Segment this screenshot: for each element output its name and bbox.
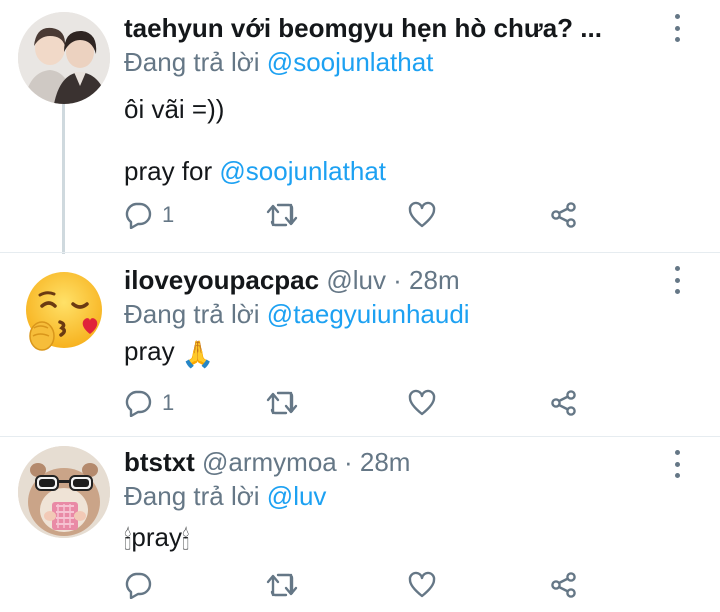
hamster-with-sunglasses-photo-icon	[18, 446, 110, 538]
tweet-actions: 1	[124, 386, 594, 420]
tweet-header: taehyun với beomgyu hẹn hò chưa? ...	[124, 12, 660, 44]
share-icon	[551, 202, 576, 228]
avatar[interactable]	[18, 12, 110, 104]
reply-prefix: Đang trả lời	[124, 47, 260, 77]
body-text: pray for	[124, 156, 213, 186]
retweet-button[interactable]	[266, 568, 298, 602]
tweet-header: iloveyoupacpac @luv · 28m	[124, 264, 660, 296]
reply-icon	[125, 202, 152, 229]
body-text: pray	[124, 336, 175, 366]
thread-connector-line	[62, 104, 65, 254]
share-button[interactable]	[550, 198, 578, 232]
display-name[interactable]: btstxt	[124, 447, 195, 477]
tweet-body-line-1: ôi vãi =))	[124, 94, 225, 124]
reply-prefix: Đang trả lời	[124, 299, 260, 329]
tweet-body: 🕯pray🕯	[124, 520, 660, 557]
reply-count: 1	[162, 202, 175, 227]
like-icon	[408, 201, 436, 228]
tweet-body-line-2: pray for @soojunlathat	[124, 154, 660, 188]
divider	[0, 436, 720, 437]
more-options-icon[interactable]	[672, 450, 682, 478]
body-mention[interactable]: @soojunlathat	[219, 156, 386, 186]
display-name[interactable]: taehyun với beomgyu hẹn hò chưa? ...	[124, 13, 602, 43]
more-options-icon[interactable]	[672, 14, 682, 42]
retweet-icon	[266, 573, 298, 597]
retweet-icon	[266, 203, 298, 227]
tweet-body: pray 🙏	[124, 334, 660, 371]
body-text: pray	[131, 522, 182, 552]
like-icon	[408, 389, 436, 416]
share-icon	[551, 390, 576, 416]
face-blowing-kiss-emoji-icon	[26, 272, 102, 351]
reply-button[interactable]: 1	[124, 386, 174, 420]
reply-context: Đang trả lời @taegyuiunhaudi	[124, 298, 660, 330]
like-button[interactable]	[408, 568, 436, 602]
handle-and-time: @armymoa · 28m	[202, 447, 411, 477]
reply-context: Đang trả lời @soojunlathat	[124, 46, 660, 78]
reply-button[interactable]: 1	[124, 198, 174, 232]
like-icon	[408, 571, 436, 598]
tweet-header: btstxt @armymoa · 28m	[124, 446, 660, 478]
reply-to-mention[interactable]: @taegyuiunhaudi	[267, 299, 470, 329]
share-icon	[551, 572, 576, 598]
reply-context: Đang trả lời @luv	[124, 480, 660, 512]
handle-and-time: @luv · 28m	[326, 265, 460, 295]
like-button[interactable]	[408, 198, 436, 232]
reply-to-mention[interactable]: @luv	[267, 481, 327, 511]
display-name[interactable]: iloveyoupacpac	[124, 265, 319, 295]
reply-count: 1	[162, 390, 175, 415]
avatar[interactable]	[18, 264, 110, 356]
more-options-icon[interactable]	[672, 266, 682, 294]
reply-icon	[125, 390, 152, 417]
share-button[interactable]	[550, 568, 578, 602]
like-button[interactable]	[408, 386, 436, 420]
divider	[0, 252, 720, 253]
retweet-button[interactable]	[266, 386, 298, 420]
share-button[interactable]	[550, 386, 578, 420]
retweet-button[interactable]	[266, 198, 298, 232]
reply-button[interactable]	[124, 568, 162, 602]
tweet-actions	[124, 568, 594, 602]
folded-hands-icon: 🙏	[181, 339, 215, 369]
candle-icon: 🕯	[181, 525, 190, 555]
two-people-photo-icon	[18, 12, 110, 104]
tweet-actions: 1	[124, 198, 594, 232]
reply-prefix: Đang trả lời	[124, 481, 260, 511]
retweet-icon	[266, 391, 298, 415]
avatar[interactable]	[18, 446, 110, 538]
reply-icon	[125, 572, 152, 599]
reply-to-mention[interactable]: @soojunlathat	[267, 47, 434, 77]
